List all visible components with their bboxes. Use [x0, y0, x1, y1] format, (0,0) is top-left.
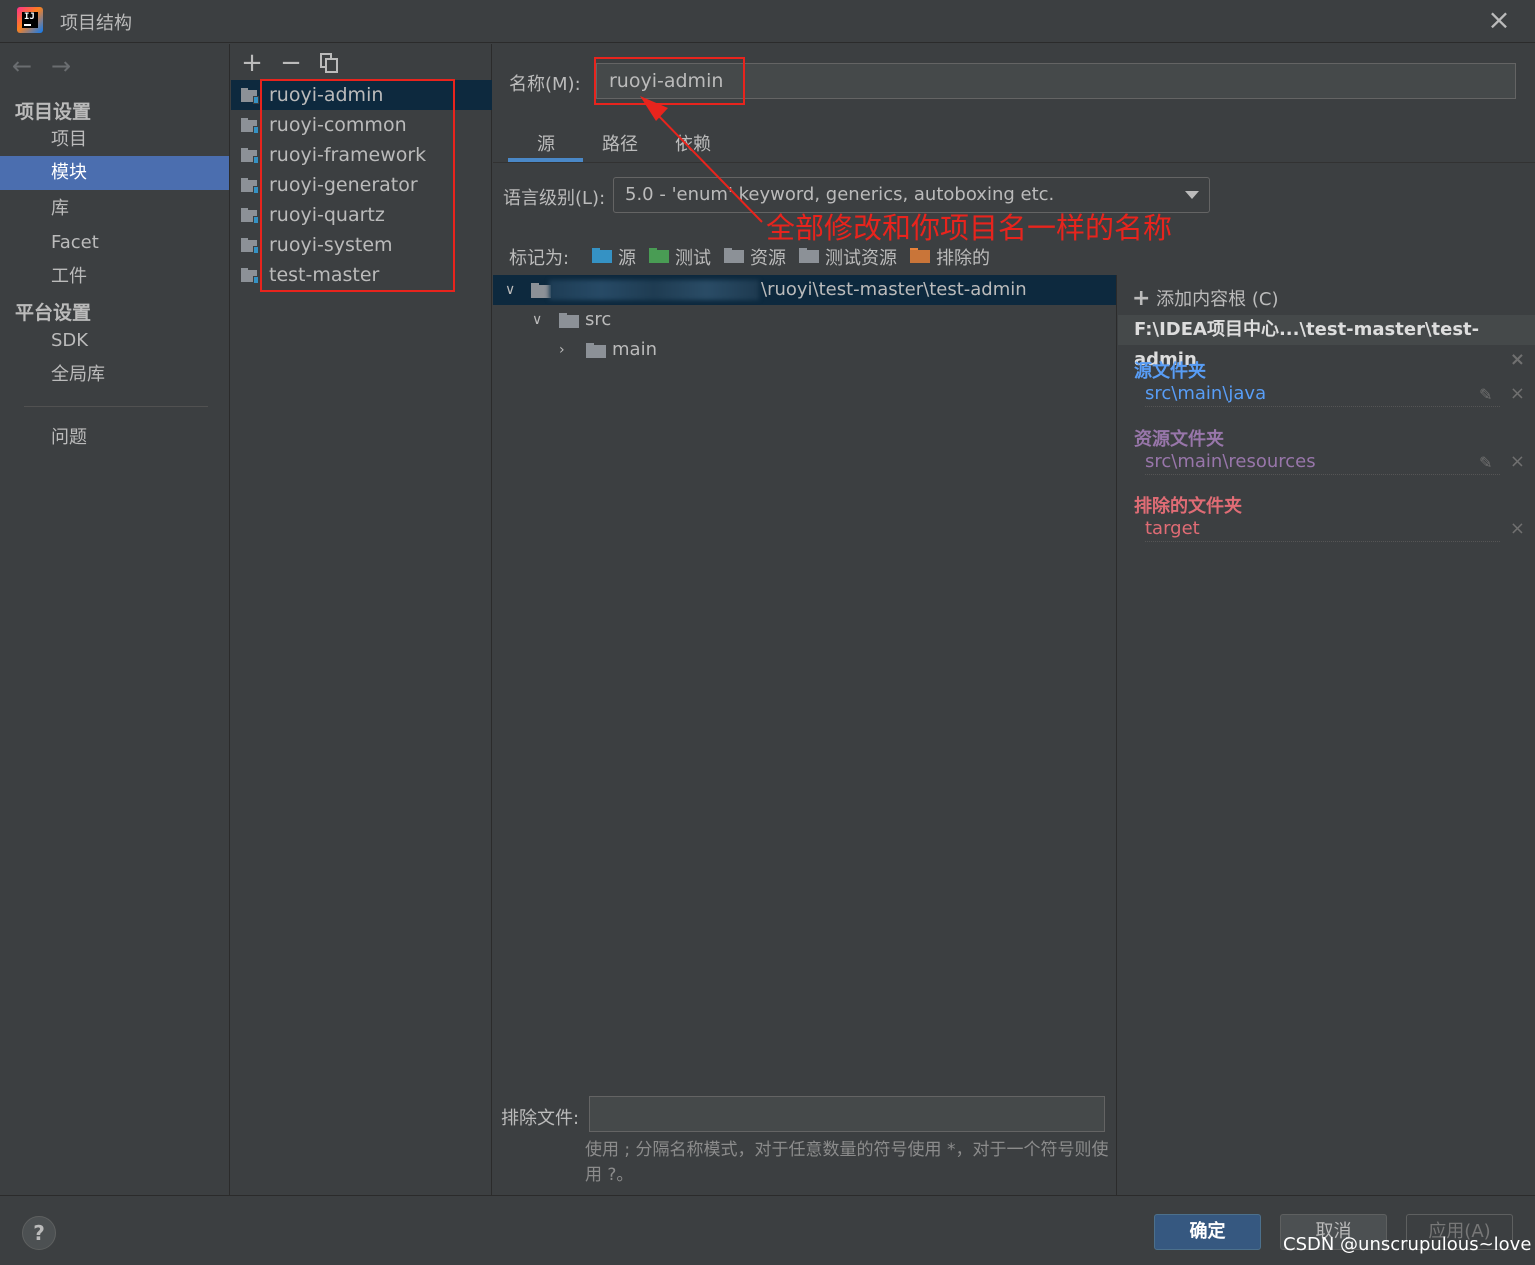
nav-item-global-libraries[interactable]: 全局库	[0, 358, 229, 392]
chevron-down-icon[interactable]: ∨	[505, 275, 515, 305]
nav-item-modules[interactable]: 模块	[0, 156, 229, 190]
content-roots-panel: + 添加内容根 (C) F:\IDEA项目中心...\test-master\t…	[1118, 275, 1535, 1195]
module-item[interactable]: ruoyi-common	[231, 110, 492, 140]
exclude-hint: 使用 ; 分隔名称模式，对于任意数量的符号使用 *，对于一个符号则使用 ?。	[585, 1140, 1109, 1185]
tree-row-main[interactable]: › main	[493, 335, 1116, 365]
resource-folders-title: 资源文件夹	[1134, 429, 1224, 450]
nav-separator	[24, 406, 208, 407]
remove-root-icon[interactable]: ×	[1510, 345, 1525, 375]
mark-excluded-button[interactable]: 排除的	[910, 244, 990, 270]
module-item[interactable]: ruoyi-admin	[231, 80, 492, 110]
title-bar: IJ 项目结构 ×	[0, 0, 1535, 43]
excluded-folder-path[interactable]: target	[1145, 518, 1500, 542]
chevron-right-icon[interactable]: ›	[559, 335, 565, 365]
module-folder-icon	[241, 208, 259, 224]
edit-pencil-icon[interactable]: ✎	[1479, 453, 1492, 472]
help-icon[interactable]: ?	[22, 1216, 56, 1250]
excluded-folders-title: 排除的文件夹	[1134, 496, 1242, 517]
module-item[interactable]: test-master	[231, 260, 492, 290]
dialog-footer: ? 确定 取消 应用(A) CSDN @unscrupulous~love	[0, 1195, 1535, 1265]
source-folder-icon	[592, 248, 612, 263]
content-root-header: F:\IDEA项目中心...\test-master\test-admin ×	[1118, 315, 1535, 370]
tab-paths[interactable]: 路径	[602, 130, 638, 156]
test-resource-folder-icon	[799, 248, 819, 263]
tab-dependencies[interactable]: 依赖	[675, 130, 711, 156]
chevron-down-icon	[1185, 191, 1199, 199]
mark-tests-button[interactable]: 测试	[649, 244, 711, 270]
chevron-down-icon[interactable]: ∨	[532, 305, 542, 335]
window-title: 项目结构	[60, 13, 132, 34]
platform-settings-heading: 平台设置	[15, 302, 92, 324]
nav-item-libraries[interactable]: 库	[0, 192, 229, 226]
blurred-path	[549, 280, 759, 300]
nav-item-problems[interactable]: 问题	[0, 421, 229, 455]
module-item[interactable]: ruoyi-generator	[231, 170, 492, 200]
folder-icon	[531, 283, 551, 298]
ok-button[interactable]: 确定	[1154, 1214, 1261, 1250]
forward-arrow-icon[interactable]: →	[51, 52, 71, 80]
exclude-files-input[interactable]	[589, 1096, 1105, 1132]
test-folder-icon	[649, 248, 669, 263]
module-item[interactable]: ruoyi-quartz	[231, 200, 492, 230]
back-arrow-icon[interactable]: ←	[12, 52, 32, 80]
nav-item-sdk[interactable]: SDK	[0, 324, 229, 358]
exclude-files-label: 排除文件:	[501, 1108, 580, 1129]
module-name-input[interactable]: ruoyi-admin	[596, 63, 1516, 99]
module-list-panel: + − ruoyi-admin ruoyi-common ruoyi-frame…	[231, 44, 492, 1195]
mark-resources-button[interactable]: 资源	[724, 244, 786, 270]
module-folder-icon	[241, 148, 259, 164]
resource-folder-icon	[724, 248, 744, 263]
folder-icon	[559, 313, 579, 328]
content-root-tree: ∨ \ruoyi\test-master\test-admin ∨ src › …	[493, 275, 1117, 1195]
mark-test-resources-button[interactable]: 测试资源	[799, 244, 897, 270]
nav-item-project[interactable]: 项目	[0, 123, 229, 157]
tab-sources[interactable]: 源	[537, 130, 555, 156]
add-module-icon[interactable]: +	[239, 50, 265, 76]
add-content-root-button[interactable]: + 添加内容根 (C)	[1132, 285, 1279, 311]
edit-pencil-icon[interactable]: ✎	[1479, 385, 1492, 404]
resource-folder-path[interactable]: src\main\resources	[1145, 451, 1500, 475]
source-folder-path[interactable]: src\main\java	[1145, 383, 1500, 407]
name-label: 名称(M):	[509, 74, 581, 95]
remove-module-icon[interactable]: −	[278, 50, 304, 76]
remove-excluded-icon[interactable]: ×	[1510, 518, 1525, 539]
plus-icon: +	[1132, 286, 1151, 311]
language-level-label: 语言级别(L):	[503, 188, 606, 209]
intellij-logo-icon: IJ	[17, 7, 43, 33]
tree-row-src[interactable]: ∨ src	[493, 305, 1116, 335]
module-item[interactable]: ruoyi-framework	[231, 140, 492, 170]
module-folder-icon	[241, 118, 259, 134]
module-folder-icon	[241, 178, 259, 194]
module-folder-icon	[241, 268, 259, 284]
source-folders-title: 源文件夹	[1134, 361, 1206, 382]
module-folder-icon	[241, 88, 259, 104]
project-settings-heading: 项目设置	[15, 101, 92, 123]
excluded-folder-icon	[910, 248, 930, 263]
tree-row-root[interactable]: ∨ \ruoyi\test-master\test-admin	[493, 275, 1116, 305]
close-icon[interactable]: ×	[1484, 6, 1514, 36]
settings-nav: ← → 项目设置 项目 模块 库 Facet 工件 平台设置 SDK 全局库 问…	[0, 44, 230, 1195]
copy-module-icon[interactable]	[320, 53, 338, 73]
tabs-divider	[493, 162, 1535, 163]
module-folder-icon	[241, 238, 259, 254]
module-item[interactable]: ruoyi-system	[231, 230, 492, 260]
csdn-watermark: CSDN @unscrupulous~love	[1283, 1234, 1532, 1255]
remove-resource-icon[interactable]: ×	[1510, 451, 1525, 472]
nav-item-facets[interactable]: Facet	[0, 226, 229, 260]
annotation-text: 全部修改和你项目名一样的名称	[766, 211, 1173, 245]
remove-source-icon[interactable]: ×	[1510, 383, 1525, 404]
mark-sources-button[interactable]: 源	[592, 244, 636, 270]
nav-item-artifacts[interactable]: 工件	[0, 260, 229, 294]
mark-as-label: 标记为:	[509, 248, 570, 269]
folder-icon	[586, 343, 606, 358]
